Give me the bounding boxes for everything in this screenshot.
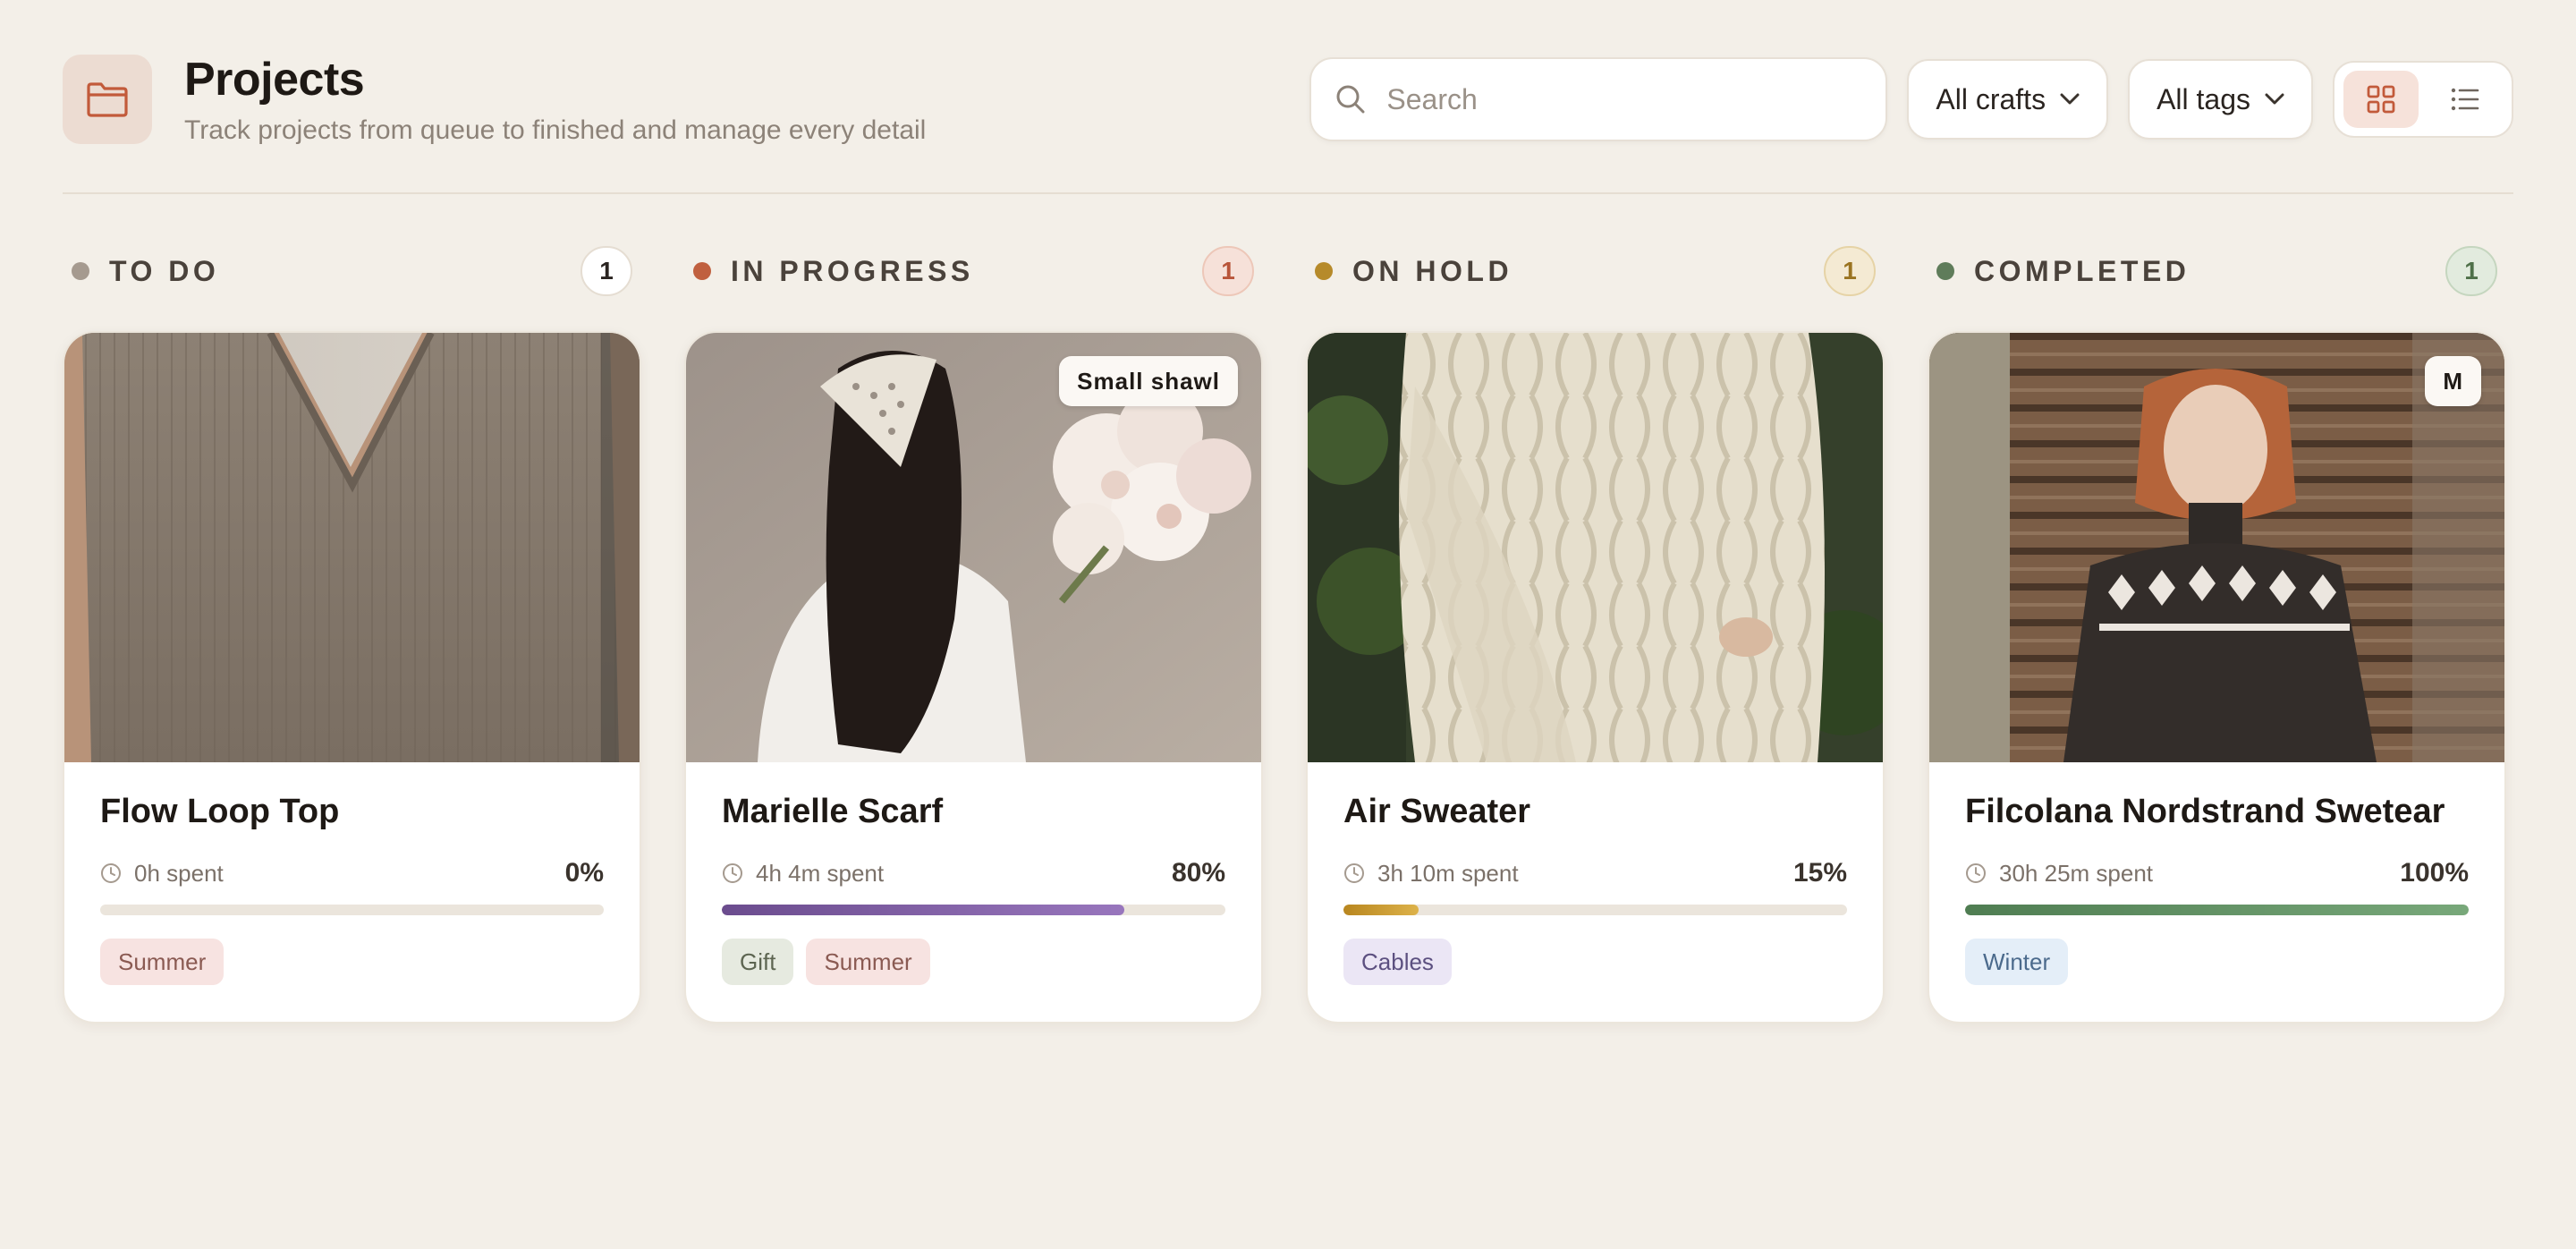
- status-dot: [1315, 262, 1333, 280]
- tag-chip[interactable]: Summer: [806, 939, 930, 985]
- column-on-hold: ON HOLD 1 Air Sweater 3h 10m spent 15% C…: [1306, 242, 1885, 1024]
- card-body: Air Sweater 3h 10m spent 15% Cables: [1308, 762, 1883, 985]
- project-title: Filcolana Nordstrand Swetear: [1965, 793, 2445, 830]
- column-header: ON HOLD 1: [1306, 242, 1885, 301]
- grid-view-button[interactable]: [2343, 71, 2419, 128]
- clock-icon: [1966, 863, 1986, 883]
- column-title: ON HOLD: [1352, 254, 1513, 287]
- page-subtitle: Track projects from queue to finished an…: [184, 115, 927, 145]
- clock-icon: [101, 863, 121, 883]
- progress-bar: [100, 905, 604, 915]
- column-to-do: TO DO 1 Flow Loop Top 0h spent 0% Summer: [63, 242, 641, 1024]
- tag-chip[interactable]: Winter: [1965, 939, 2069, 985]
- tag-chip[interactable]: Cables: [1343, 939, 1452, 985]
- progress-bar: [1343, 905, 1847, 915]
- column-header: IN PROGRESS 1: [684, 242, 1263, 301]
- column-header: TO DO 1: [63, 242, 641, 301]
- card-meta: 3h 10m spent 15%: [1343, 858, 1847, 888]
- tags-filter-label: All tags: [2157, 82, 2250, 115]
- card-body: Flow Loop Top 0h spent 0% Summer: [64, 762, 640, 985]
- clock-icon: [723, 863, 742, 883]
- search-box[interactable]: [1309, 57, 1888, 141]
- project-title: Marielle Scarf: [722, 793, 944, 830]
- project-image: [1308, 333, 1883, 762]
- folder-icon: [63, 55, 152, 144]
- progress-bar-fill: [1965, 905, 2469, 915]
- project-card[interactable]: Flow Loop Top 0h spent 0% Summer: [63, 331, 641, 1024]
- progress-percent: 15%: [1792, 858, 1847, 888]
- list-view-button[interactable]: [2428, 71, 2503, 128]
- crafts-filter-label: All crafts: [1936, 82, 2046, 115]
- column-title: TO DO: [109, 254, 220, 287]
- tag-list: Gift Summer: [722, 939, 1225, 985]
- project-card[interactable]: M Filcolana Nordstrand Swetear 30h 25m s…: [1928, 331, 2506, 1024]
- toolbar: All crafts All tags: [1309, 57, 2513, 141]
- time-spent: 3h 10m spent: [1377, 859, 1519, 887]
- progress-bar-fill: [722, 905, 1125, 915]
- progress-percent: 80%: [1171, 858, 1225, 888]
- page-header: Projects Track projects from queue to fi…: [63, 50, 2513, 149]
- list-view-icon: [2451, 88, 2479, 111]
- column-header: COMPLETED 1: [1928, 242, 2506, 301]
- project-card[interactable]: Air Sweater 3h 10m spent 15% Cables: [1306, 331, 1885, 1024]
- status-dot: [1936, 262, 1954, 280]
- progress-bar: [1965, 905, 2469, 915]
- page-title: Projects: [184, 54, 365, 106]
- card-meta: 4h 4m spent 80%: [722, 858, 1225, 888]
- view-toggle: [2333, 61, 2513, 138]
- progress-bar: [722, 905, 1225, 915]
- size-badge: Small shawl: [1059, 356, 1238, 406]
- projects-page: Projects Track projects from queue to fi…: [0, 0, 2576, 1249]
- grid-view-icon: [2367, 85, 2395, 114]
- header-divider: [63, 192, 2513, 194]
- card-body: Marielle Scarf 4h 4m spent 80% Gift Summ…: [686, 762, 1261, 985]
- status-dot: [693, 262, 711, 280]
- time-spent: 0h spent: [134, 859, 224, 887]
- kanban-board: TO DO 1 Flow Loop Top 0h spent 0% Summer…: [63, 242, 2513, 1024]
- project-image: M: [1929, 333, 2504, 762]
- tags-filter-dropdown[interactable]: All tags: [2128, 59, 2313, 140]
- chevron-down-icon: [2060, 93, 2080, 105]
- progress-bar-fill: [1343, 905, 1419, 915]
- column-count-badge: 1: [2445, 246, 2497, 296]
- card-meta: 30h 25m spent 100%: [1965, 858, 2469, 888]
- status-dot: [72, 262, 89, 280]
- card-meta: 0h spent 0%: [100, 858, 604, 888]
- time-spent: 4h 4m spent: [756, 859, 885, 887]
- clock-icon: [1344, 863, 1364, 883]
- column-title: IN PROGRESS: [731, 254, 974, 287]
- tag-chip[interactable]: Gift: [722, 939, 794, 985]
- size-badge: M: [2425, 356, 2481, 406]
- crafts-filter-dropdown[interactable]: All crafts: [1907, 59, 2109, 140]
- tag-list: Winter: [1965, 939, 2469, 985]
- chevron-down-icon: [2265, 93, 2284, 105]
- time-spent: 30h 25m spent: [1999, 859, 2154, 887]
- tag-list: Summer: [100, 939, 604, 985]
- column-title: COMPLETED: [1974, 254, 2190, 287]
- column-count-badge: 1: [1202, 246, 1254, 296]
- progress-percent: 100%: [2400, 858, 2469, 888]
- column-count-badge: 1: [580, 246, 632, 296]
- search-icon: [1336, 85, 1365, 114]
- column-count-badge: 1: [1824, 246, 1876, 296]
- project-image: Small shawl: [686, 333, 1261, 762]
- column-completed: COMPLETED 1 M Filcolana Nordstrand Swete…: [1928, 242, 2506, 1024]
- tag-chip[interactable]: Summer: [100, 939, 225, 985]
- column-in-progress: IN PROGRESS 1 Small shawl Marielle Scarf…: [684, 242, 1263, 1024]
- search-input[interactable]: [1386, 82, 1852, 116]
- progress-percent: 0%: [564, 858, 604, 888]
- tag-list: Cables: [1343, 939, 1847, 985]
- project-title: Flow Loop Top: [100, 793, 340, 830]
- project-title: Air Sweater: [1343, 793, 1531, 830]
- card-body: Filcolana Nordstrand Swetear 30h 25m spe…: [1929, 762, 2504, 985]
- project-image: [64, 333, 640, 762]
- project-card[interactable]: Small shawl Marielle Scarf 4h 4m spent 8…: [684, 331, 1263, 1024]
